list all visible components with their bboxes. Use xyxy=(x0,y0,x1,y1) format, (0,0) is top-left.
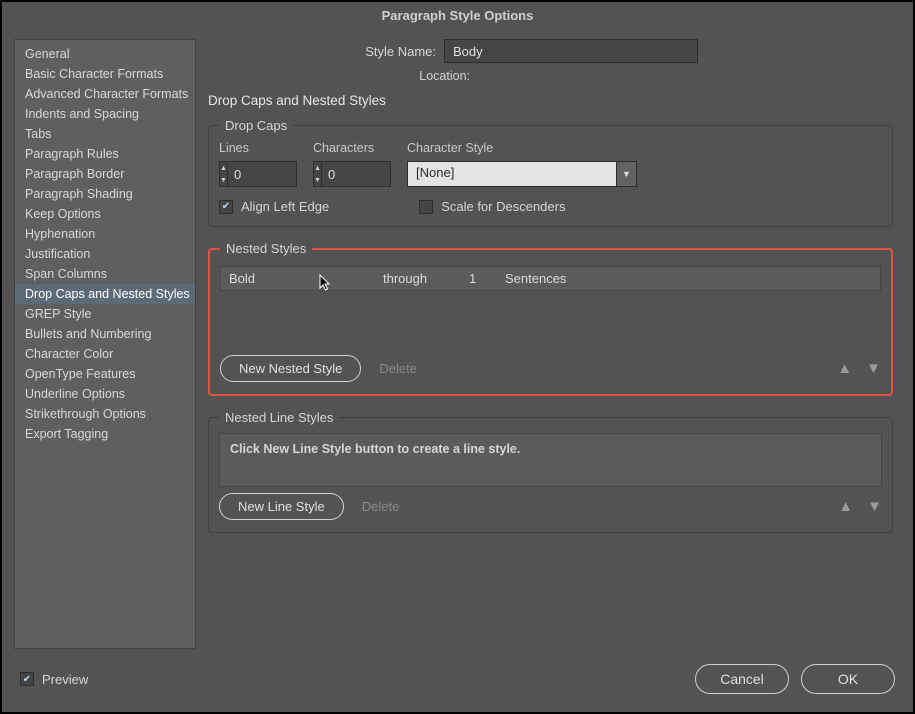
align-left-edge-checkbox[interactable]: Align Left Edge xyxy=(219,199,329,214)
sidebar-item[interactable]: Character Color xyxy=(15,344,195,364)
checkbox-icon xyxy=(419,200,433,214)
paragraph-style-dialog: Paragraph Style Options GeneralBasic Cha… xyxy=(0,0,915,714)
nested-style-op: through xyxy=(383,271,469,286)
sidebar-item[interactable]: Paragraph Border xyxy=(15,164,195,184)
dialog-title: Paragraph Style Options xyxy=(2,2,913,29)
scale-descenders-checkbox[interactable]: Scale for Descenders xyxy=(419,199,565,214)
nested-style-unit: Sentences xyxy=(505,271,872,286)
sidebar-item[interactable]: Keep Options xyxy=(15,204,195,224)
delete-line-style-button[interactable]: Delete xyxy=(362,499,400,514)
sidebar-item[interactable]: Span Columns xyxy=(15,264,195,284)
chevron-up-icon[interactable]: ▲ xyxy=(314,162,321,174)
dialog-footer: Preview Cancel OK xyxy=(2,652,913,712)
sidebar-item[interactable]: General xyxy=(15,44,195,64)
nested-line-styles-group: Nested Line Styles Click New Line Style … xyxy=(208,410,893,533)
nested-styles-legend: Nested Styles xyxy=(220,241,312,256)
nested-styles-group: Nested Styles Bold through 1 Sentences N… xyxy=(208,241,893,396)
chevron-down-icon[interactable]: ▼ xyxy=(616,162,636,186)
move-down-icon[interactable]: ▼ xyxy=(867,498,882,515)
sidebar-item[interactable]: GREP Style xyxy=(15,304,195,324)
style-name-input[interactable] xyxy=(444,39,698,63)
nested-line-styles-legend: Nested Line Styles xyxy=(219,410,339,425)
location-label: Location: xyxy=(208,69,470,83)
sidebar-item[interactable]: Paragraph Shading xyxy=(15,184,195,204)
preview-label: Preview xyxy=(42,672,88,687)
sidebar-item[interactable]: OpenType Features xyxy=(15,364,195,384)
nested-style-count: 1 xyxy=(469,271,505,286)
chevron-down-icon[interactable]: ▼ xyxy=(220,174,227,186)
lines-label: Lines xyxy=(219,141,297,155)
sidebar: GeneralBasic Character FormatsAdvanced C… xyxy=(14,39,196,649)
sidebar-item[interactable]: Strikethrough Options xyxy=(15,404,195,424)
preview-checkbox[interactable]: Preview xyxy=(20,672,88,687)
character-style-select[interactable]: [None] ▼ xyxy=(407,161,637,187)
style-name-label: Style Name: xyxy=(208,44,444,59)
checkbox-icon xyxy=(20,672,34,686)
character-style-label: Character Style xyxy=(407,141,637,155)
lines-stepper[interactable]: ▲▼ xyxy=(219,161,297,187)
move-up-icon[interactable]: ▲ xyxy=(838,498,853,515)
chevron-up-icon[interactable]: ▲ xyxy=(220,162,227,174)
delete-nested-style-button[interactable]: Delete xyxy=(379,361,417,376)
sidebar-item[interactable]: Tabs xyxy=(15,124,195,144)
characters-stepper[interactable]: ▲▼ xyxy=(313,161,391,187)
characters-label: Characters xyxy=(313,141,391,155)
drop-caps-group: Drop Caps Lines ▲▼ Characters ▲▼ xyxy=(208,118,893,227)
checkbox-icon xyxy=(219,200,233,214)
character-style-value: [None] xyxy=(408,162,616,186)
sidebar-item[interactable]: Basic Character Formats xyxy=(15,64,195,84)
sidebar-item[interactable]: Justification xyxy=(15,244,195,264)
new-line-style-button[interactable]: New Line Style xyxy=(219,493,344,520)
sidebar-item[interactable]: Underline Options xyxy=(15,384,195,404)
move-up-icon[interactable]: ▲ xyxy=(837,360,852,377)
ok-button[interactable]: OK xyxy=(801,664,895,694)
chevron-down-icon[interactable]: ▼ xyxy=(314,174,321,186)
sidebar-item[interactable]: Advanced Character Formats xyxy=(15,84,195,104)
sidebar-item[interactable]: Hyphenation xyxy=(15,224,195,244)
sidebar-item[interactable]: Paragraph Rules xyxy=(15,144,195,164)
new-nested-style-button[interactable]: New Nested Style xyxy=(220,355,361,382)
align-left-edge-label: Align Left Edge xyxy=(241,199,329,214)
nested-style-name: Bold xyxy=(229,271,383,286)
sidebar-item[interactable]: Export Tagging xyxy=(15,424,195,444)
scale-descenders-label: Scale for Descenders xyxy=(441,199,565,214)
move-down-icon[interactable]: ▼ xyxy=(866,360,881,377)
nested-line-styles-placeholder: Click New Line Style button to create a … xyxy=(219,433,882,487)
cancel-button[interactable]: Cancel xyxy=(695,664,789,694)
sidebar-item[interactable]: Indents and Spacing xyxy=(15,104,195,124)
drop-caps-legend: Drop Caps xyxy=(219,118,293,133)
section-title: Drop Caps and Nested Styles xyxy=(208,93,893,108)
sidebar-item[interactable]: Drop Caps and Nested Styles xyxy=(15,284,195,304)
sidebar-item[interactable]: Bullets and Numbering xyxy=(15,324,195,344)
nested-style-row[interactable]: Bold through 1 Sentences xyxy=(220,266,881,291)
main-panel: Style Name: Location: Drop Caps and Nest… xyxy=(196,39,901,649)
